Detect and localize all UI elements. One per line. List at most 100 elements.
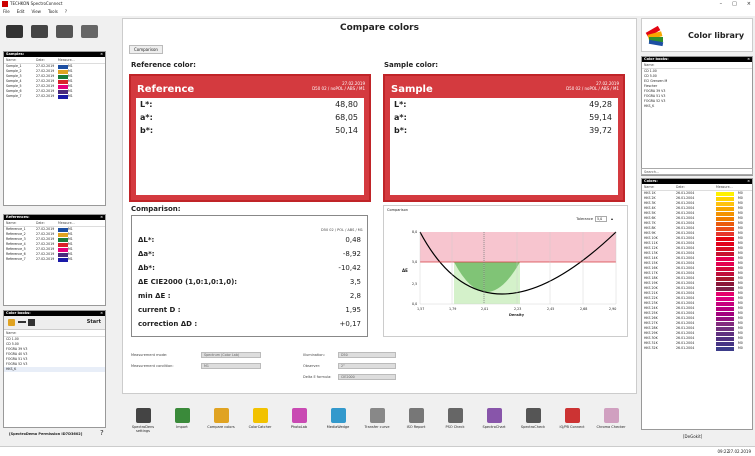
close-icon[interactable]: × xyxy=(100,52,103,57)
references-panel: References: × Name: Date: Measure... Refe… xyxy=(3,214,106,306)
color-swatch xyxy=(716,286,734,291)
col-measure[interactable]: Measure... xyxy=(58,58,78,62)
close-icon[interactable]: × xyxy=(747,179,750,184)
xtick-2: 2,01 xyxy=(481,307,489,311)
delta-e-chart xyxy=(419,231,617,305)
color-swatch xyxy=(58,257,68,262)
camera-icon[interactable] xyxy=(81,25,98,38)
menu-file[interactable]: File xyxy=(3,8,10,16)
colors-panel: Colors: × Name: Date: Measure... HKS 1K 26… xyxy=(641,178,753,430)
observer-select[interactable]: 2° xyxy=(338,363,396,369)
list-item[interactable]: Sample_7 27.02.2019 M1 xyxy=(4,94,105,99)
close-icon[interactable]: × xyxy=(100,215,103,220)
maximize-button[interactable]: □ xyxy=(732,0,737,8)
color-swatch xyxy=(58,89,68,94)
menu-edit[interactable]: Edit xyxy=(17,8,25,16)
col-date[interactable]: Date: xyxy=(36,221,58,225)
smp-a-value: 59,14 xyxy=(589,113,612,122)
compare-colors-window: Compare colors Comparison Reference colo… xyxy=(122,18,637,394)
user-label: [DeGokit] xyxy=(683,434,703,439)
color-swatch xyxy=(58,242,68,247)
tool-pso-check[interactable]: PSO Check xyxy=(438,408,472,429)
illumination-label: Illumination: xyxy=(303,353,325,357)
tab-comparison[interactable]: Comparison xyxy=(129,45,163,54)
color-swatch xyxy=(716,306,734,311)
tool-chroma-checker[interactable]: Chroma Checker xyxy=(594,408,628,429)
minimize-button[interactable]: – xyxy=(720,0,723,8)
reference-name: Reference xyxy=(137,84,195,95)
color-swatch xyxy=(716,216,734,221)
close-button[interactable]: × xyxy=(747,0,751,8)
color-swatch xyxy=(716,326,734,331)
list-item[interactable]: Reference_7 27.02.2019 M1 xyxy=(4,257,105,262)
reference-card[interactable]: Reference 27.02.2019 D50 02 / noPOL / AB… xyxy=(129,74,371,202)
tool-icon xyxy=(408,408,424,423)
tool-label: Import xyxy=(176,425,188,429)
comparison-key: min ΔE : xyxy=(138,292,171,300)
close-icon[interactable]: × xyxy=(747,57,750,62)
colorbooks-col[interactable]: Name: xyxy=(4,330,105,337)
search-input[interactable]: Search... xyxy=(641,168,753,175)
ref-b-label: b*: xyxy=(140,126,154,135)
color-swatch xyxy=(716,346,734,351)
comparison-condition: D50 02 / POL / ABS / M1 xyxy=(321,228,363,232)
help-icon[interactable]: ? xyxy=(100,429,104,437)
col-measure[interactable]: Measure... xyxy=(716,185,746,189)
formula-select[interactable]: CIE2000 xyxy=(338,374,396,380)
color-swatch xyxy=(716,211,734,216)
col-date[interactable]: Date: xyxy=(36,58,58,62)
tool-import[interactable]: Import xyxy=(165,408,199,429)
color-swatch xyxy=(716,231,734,236)
tool-compare-colors[interactable]: Compare colors xyxy=(204,408,238,429)
list-item[interactable]: HKS_K xyxy=(642,104,752,109)
reference-heading: Reference color: xyxy=(131,61,196,69)
condition-select[interactable]: M1 xyxy=(201,363,261,369)
color-swatch xyxy=(716,316,734,321)
tool-colorcatcher[interactable]: ColorCatcher xyxy=(243,408,277,429)
col-date[interactable]: Date: xyxy=(676,185,716,189)
library-colorbooks-col[interactable]: Name: xyxy=(642,62,752,69)
illumination-select[interactable]: D50 xyxy=(338,352,396,358)
comparison-value: -8,92 xyxy=(342,250,361,258)
color-swatch xyxy=(716,271,734,276)
comparison-value: -10,42 xyxy=(338,264,361,272)
color-swatch xyxy=(716,266,734,271)
list-item[interactable]: HKS_K xyxy=(4,367,105,372)
comparison-key: current D : xyxy=(138,306,181,314)
col-name[interactable]: Name: xyxy=(6,58,36,62)
table-row[interactable]: HKS 32K 26.01.2004 M0 xyxy=(642,346,752,351)
tool-iq-pb-connect[interactable]: iQ/PB Connect xyxy=(555,408,589,429)
tool-spectrodens-settings[interactable]: SpectroDens settings xyxy=(126,408,160,433)
color-swatch xyxy=(58,74,68,79)
ytick-2: 2,5 xyxy=(412,282,418,286)
title-bar: TECHKON SpectroConnect – □ × xyxy=(0,0,755,8)
tool-spectrocheck[interactable]: SpectroCheck xyxy=(516,408,550,429)
menu-help[interactable]: ? xyxy=(65,8,67,16)
col-name[interactable]: Name: xyxy=(644,185,676,189)
device-icon[interactable] xyxy=(6,25,23,38)
tool-photolab[interactable]: PhotoLab xyxy=(282,408,316,429)
status-date: 27.02.2019 xyxy=(728,449,751,454)
col-name[interactable]: Name: xyxy=(6,221,36,225)
measure-icon[interactable] xyxy=(31,25,48,38)
device-icon xyxy=(28,319,35,326)
menu-tools[interactable]: Tools xyxy=(48,8,58,16)
tool-iso-report[interactable]: ISO Report xyxy=(399,408,433,429)
menu-view[interactable]: View xyxy=(31,8,41,16)
mode-select[interactable]: Spectrum (Color Lab) xyxy=(201,352,261,358)
tool-mediawedge[interactable]: MediaWedge xyxy=(321,408,355,429)
tool-label: Chroma Checker xyxy=(596,425,626,429)
scan-icon[interactable] xyxy=(56,25,73,38)
tool-icon xyxy=(135,408,151,423)
tool-spectrochart[interactable]: SpectroChart xyxy=(477,408,511,429)
tool-label: SpectroCheck xyxy=(520,425,546,429)
start-button[interactable]: Start xyxy=(87,319,101,325)
tool-transfer-curve[interactable]: Transfer curve xyxy=(360,408,394,429)
tool-icon xyxy=(291,408,307,423)
sample-heading: Sample color: xyxy=(384,61,439,69)
colors-title: Colors: xyxy=(644,179,658,183)
comparison-box: D50 02 / POL / ABS / M1 ΔL*: 0,48 Δa*: -8,9… xyxy=(131,215,368,337)
col-measure[interactable]: Measure... xyxy=(58,221,78,225)
sample-card[interactable]: Sample 27.02.2019 D50 02 / noPOL / ABS /… xyxy=(383,74,625,202)
menu-bar: File Edit View Tools ? xyxy=(0,8,755,16)
